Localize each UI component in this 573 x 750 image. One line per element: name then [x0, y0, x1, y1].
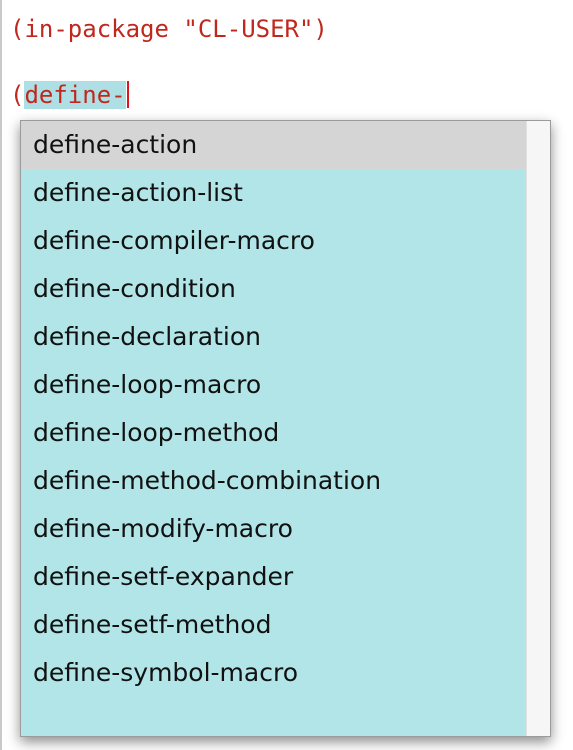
completion-item[interactable]: define-compiler-macro	[21, 217, 526, 265]
completion-scrollbar[interactable]	[526, 121, 550, 736]
completion-item[interactable]: define-loop-macro	[21, 361, 526, 409]
text-caret	[126, 81, 129, 108]
completion-item[interactable]: define-condition	[21, 265, 526, 313]
completion-item[interactable]: define-modify-macro	[21, 505, 526, 553]
completion-item[interactable]: define-declaration	[21, 313, 526, 361]
typed-prefix-highlight: define-	[24, 81, 126, 109]
completion-item-selected[interactable]: define-action	[21, 121, 526, 169]
completion-item[interactable]: define-setf-expander	[21, 553, 526, 601]
code-line-in-package[interactable]: (in-package "CL-USER")	[10, 14, 328, 44]
completion-item[interactable]: define-symbol-macro	[21, 649, 526, 697]
code-line-define[interactable]: (define-	[10, 80, 129, 110]
completion-item[interactable]: define-action-list	[21, 169, 526, 217]
editor-left-border	[0, 0, 2, 750]
code-open-paren: (	[10, 81, 25, 109]
completion-item[interactable]: define-loop-method	[21, 409, 526, 457]
completion-item[interactable]: define-setf-method	[21, 601, 526, 649]
code-text-in-package: (in-package "CL-USER")	[10, 15, 328, 43]
completion-item[interactable]: define-method-combination	[21, 457, 526, 505]
completion-list: define-action define-action-list define-…	[21, 121, 526, 736]
completion-popup: define-action define-action-list define-…	[20, 120, 551, 737]
